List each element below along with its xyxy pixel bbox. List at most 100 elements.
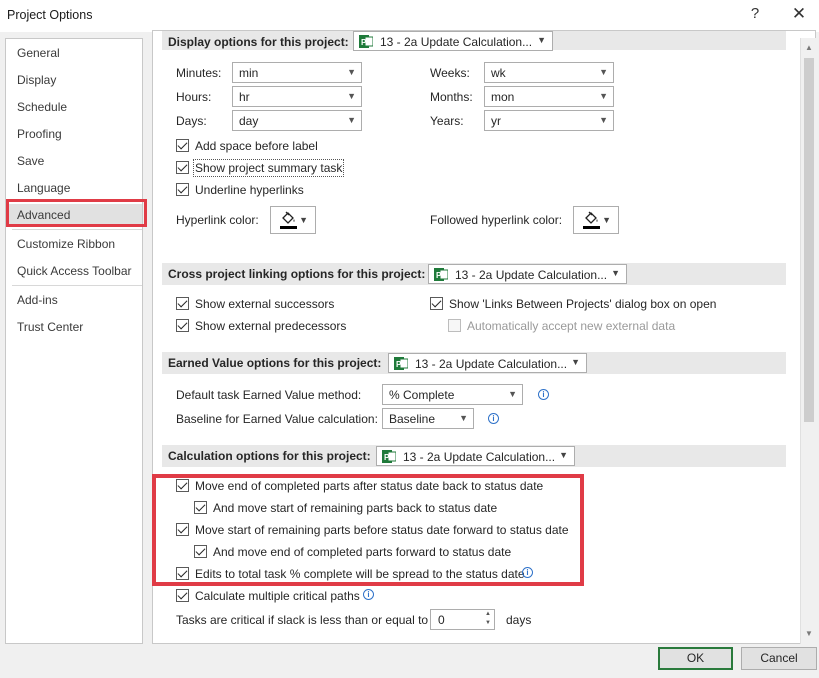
months-select[interactable]: mon ▼: [484, 86, 614, 107]
sidebar-item-advanced[interactable]: Advanced: [6, 204, 142, 226]
sidebar-item-trust-center[interactable]: Trust Center: [6, 316, 142, 338]
move-start-remaining-back-checkbox[interactable]: [194, 501, 207, 514]
content-scrollbar[interactable]: ▲ ▼: [800, 38, 816, 644]
sidebar-item-language[interactable]: Language: [6, 177, 142, 199]
slack-unit-label: days: [506, 613, 532, 627]
minutes-select[interactable]: min ▼: [232, 62, 362, 83]
ev-baseline-select[interactable]: Baseline ▼: [382, 408, 474, 429]
sidebar-item-display[interactable]: Display: [6, 69, 142, 91]
svg-text:P: P: [384, 453, 390, 462]
cross-section-title: Cross project linking options for this p…: [168, 267, 426, 281]
multiple-critical-paths-checkbox[interactable]: [176, 589, 189, 602]
chevron-down-icon: ▼: [599, 67, 608, 77]
move-end-completed-forward-label: And move end of completed parts forward …: [213, 545, 512, 559]
chevron-down-icon: ▼: [599, 115, 608, 125]
show-summary-label: Show project summary task: [193, 159, 345, 177]
calc-project-dropdown[interactable]: P 13 - 2a Update Calculation... ▼: [376, 446, 575, 466]
spin-down-icon[interactable]: ▼: [485, 620, 491, 626]
months-value: mon: [491, 90, 515, 104]
ev-project-dropdown[interactable]: P 13 - 2a Update Calculation... ▼: [388, 353, 587, 373]
underline-hyperlinks-checkbox[interactable]: [176, 183, 189, 196]
hours-select[interactable]: hr ▼: [232, 86, 362, 107]
sidebar-item-quick-access-toolbar[interactable]: Quick Access Toolbar: [6, 260, 142, 282]
auto-accept-checkbox[interactable]: [448, 319, 461, 332]
info-icon: i: [538, 389, 549, 400]
hours-value: hr: [239, 90, 250, 104]
links-dialog-checkbox[interactable]: [430, 297, 443, 310]
cancel-button[interactable]: Cancel: [741, 647, 817, 670]
hyperlink-color-label: Hyperlink color:: [176, 213, 259, 227]
project-file-icon: P: [434, 268, 448, 281]
multiple-critical-paths-label: Calculate multiple critical paths: [195, 589, 360, 603]
spin-up-icon[interactable]: ▲: [485, 611, 491, 617]
auto-accept-label: Automatically accept new external data: [467, 319, 676, 333]
hyperlink-color-button[interactable]: ▼: [270, 206, 316, 234]
sidebar-item-general[interactable]: General: [6, 42, 142, 64]
days-value: day: [239, 114, 259, 128]
svg-text:P: P: [361, 38, 367, 47]
chevron-down-icon: ▼: [347, 115, 356, 125]
underline-hyperlinks-label: Underline hyperlinks: [195, 183, 304, 197]
slack-spinner[interactable]: 0 ▲ ▼: [430, 609, 495, 630]
slack-value: 0: [438, 613, 445, 627]
chevron-down-icon: ▼: [571, 357, 580, 367]
days-select[interactable]: day ▼: [232, 110, 362, 131]
sidebar-item-add-ins[interactable]: Add-ins: [6, 289, 142, 311]
move-end-completed-forward-checkbox[interactable]: [194, 545, 207, 558]
add-space-checkbox[interactable]: [176, 139, 189, 152]
years-select[interactable]: yr ▼: [484, 110, 614, 131]
chevron-down-icon: ▼: [559, 450, 568, 460]
scroll-thumb[interactable]: [804, 58, 814, 422]
chevron-down-icon: ▼: [602, 215, 611, 225]
followed-hyperlink-color-button[interactable]: ▼: [573, 206, 619, 234]
chevron-down-icon: ▼: [611, 268, 620, 278]
sidebar-divider: [12, 285, 142, 286]
external-predecessors-label: Show external predecessors: [195, 319, 347, 333]
ev-baseline-value: Baseline: [389, 412, 436, 426]
ev-method-select[interactable]: % Complete ▼: [382, 384, 523, 405]
ok-button[interactable]: OK: [658, 647, 733, 670]
close-button[interactable]: ✕: [790, 4, 808, 24]
sidebar-item-proofing[interactable]: Proofing: [6, 123, 142, 145]
display-section-title: Display options for this project:: [168, 35, 349, 49]
sidebar-item-customize-ribbon[interactable]: Customize Ribbon: [6, 233, 142, 255]
scroll-up-icon[interactable]: ▲: [803, 42, 815, 54]
project-file-icon: P: [359, 35, 373, 48]
chevron-down-icon: ▼: [347, 67, 356, 77]
sidebar-item-schedule[interactable]: Schedule: [6, 96, 142, 118]
external-successors-checkbox[interactable]: [176, 297, 189, 310]
options-sidebar: General Display Schedule Proofing Save L…: [5, 38, 143, 644]
move-start-remaining-back-label: And move start of remaining parts back t…: [213, 501, 498, 515]
sidebar-item-save[interactable]: Save: [6, 150, 142, 172]
move-start-remaining-checkbox[interactable]: [176, 523, 189, 536]
minutes-value: min: [239, 66, 259, 80]
spread-complete-checkbox[interactable]: [176, 567, 189, 580]
move-end-completed-checkbox[interactable]: [176, 479, 189, 492]
external-predecessors-checkbox[interactable]: [176, 319, 189, 332]
scroll-down-icon[interactable]: ▼: [803, 628, 815, 640]
info-icon: i: [488, 413, 499, 424]
weeks-select[interactable]: wk ▼: [484, 62, 614, 83]
followed-hyperlink-color-label: Followed hyperlink color:: [430, 213, 563, 227]
move-start-remaining-label: Move start of remaining parts before sta…: [195, 523, 569, 537]
title-bar: Project Options ? ✕: [0, 0, 819, 32]
chevron-down-icon: ▼: [299, 215, 308, 225]
window-title: Project Options: [7, 8, 93, 22]
sidebar-divider: [12, 229, 142, 230]
chevron-down-icon: ▼: [347, 91, 356, 101]
hyperlink-color-swatch: [280, 226, 297, 229]
chevron-down-icon: ▼: [599, 91, 608, 101]
external-successors-label: Show external successors: [195, 297, 335, 311]
help-button[interactable]: ?: [748, 5, 762, 22]
svg-text:P: P: [436, 271, 442, 280]
hours-label: Hours:: [176, 90, 212, 104]
svg-text:P: P: [396, 360, 402, 369]
paint-bucket-icon: [282, 211, 295, 224]
cross-project-dropdown[interactable]: P 13 - 2a Update Calculation... ▼: [428, 264, 627, 284]
calc-project-name: 13 - 2a Update Calculation...: [403, 450, 556, 464]
days-label: Days:: [176, 114, 207, 128]
show-summary-checkbox[interactable]: [176, 161, 189, 174]
display-project-dropdown[interactable]: P 13 - 2a Update Calculation... ▼: [353, 31, 553, 51]
years-value: yr: [491, 114, 501, 128]
ev-baseline-label: Baseline for Earned Value calculation:: [176, 412, 378, 426]
